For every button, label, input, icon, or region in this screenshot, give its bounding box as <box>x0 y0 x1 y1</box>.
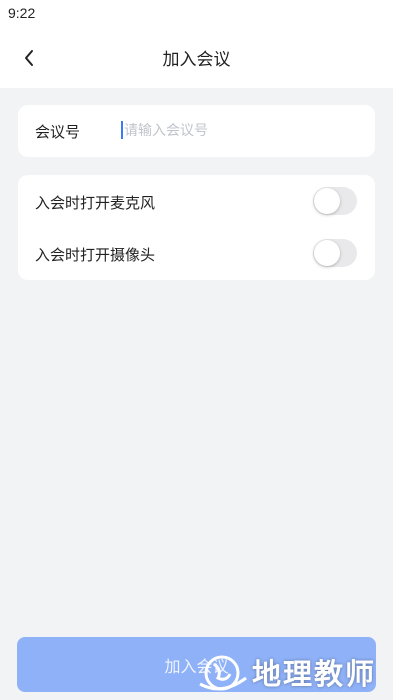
microphone-option-label: 入会时打开麦克风 <box>35 194 156 212</box>
microphone-toggle[interactable] <box>313 187 357 215</box>
globe-logo-icon <box>199 655 247 691</box>
nav-bar: 加入会议 <box>0 26 393 88</box>
option-row-camera: 入会时打开摄像头 <box>18 227 375 279</box>
page-title: 加入会议 <box>162 50 231 70</box>
meeting-number-card: 会议号 <box>18 105 375 157</box>
status-bar: 9:22 <box>0 0 393 26</box>
watermark: 地理教师 <box>192 648 387 696</box>
option-row-microphone: 入会时打开麦克风 <box>18 175 375 227</box>
toggle-knob <box>314 240 340 266</box>
toggle-knob <box>314 188 340 214</box>
join-options-card: 入会时打开麦克风 入会时打开摄像头 <box>18 175 375 280</box>
meeting-number-input[interactable] <box>122 117 362 145</box>
status-time: 9:22 <box>8 5 36 21</box>
meeting-number-label: 会议号 <box>35 123 81 141</box>
camera-toggle[interactable] <box>313 239 357 267</box>
watermark-text: 地理教师 <box>252 657 377 691</box>
camera-option-label: 入会时打开摄像头 <box>35 246 156 264</box>
text-cursor <box>121 121 123 139</box>
